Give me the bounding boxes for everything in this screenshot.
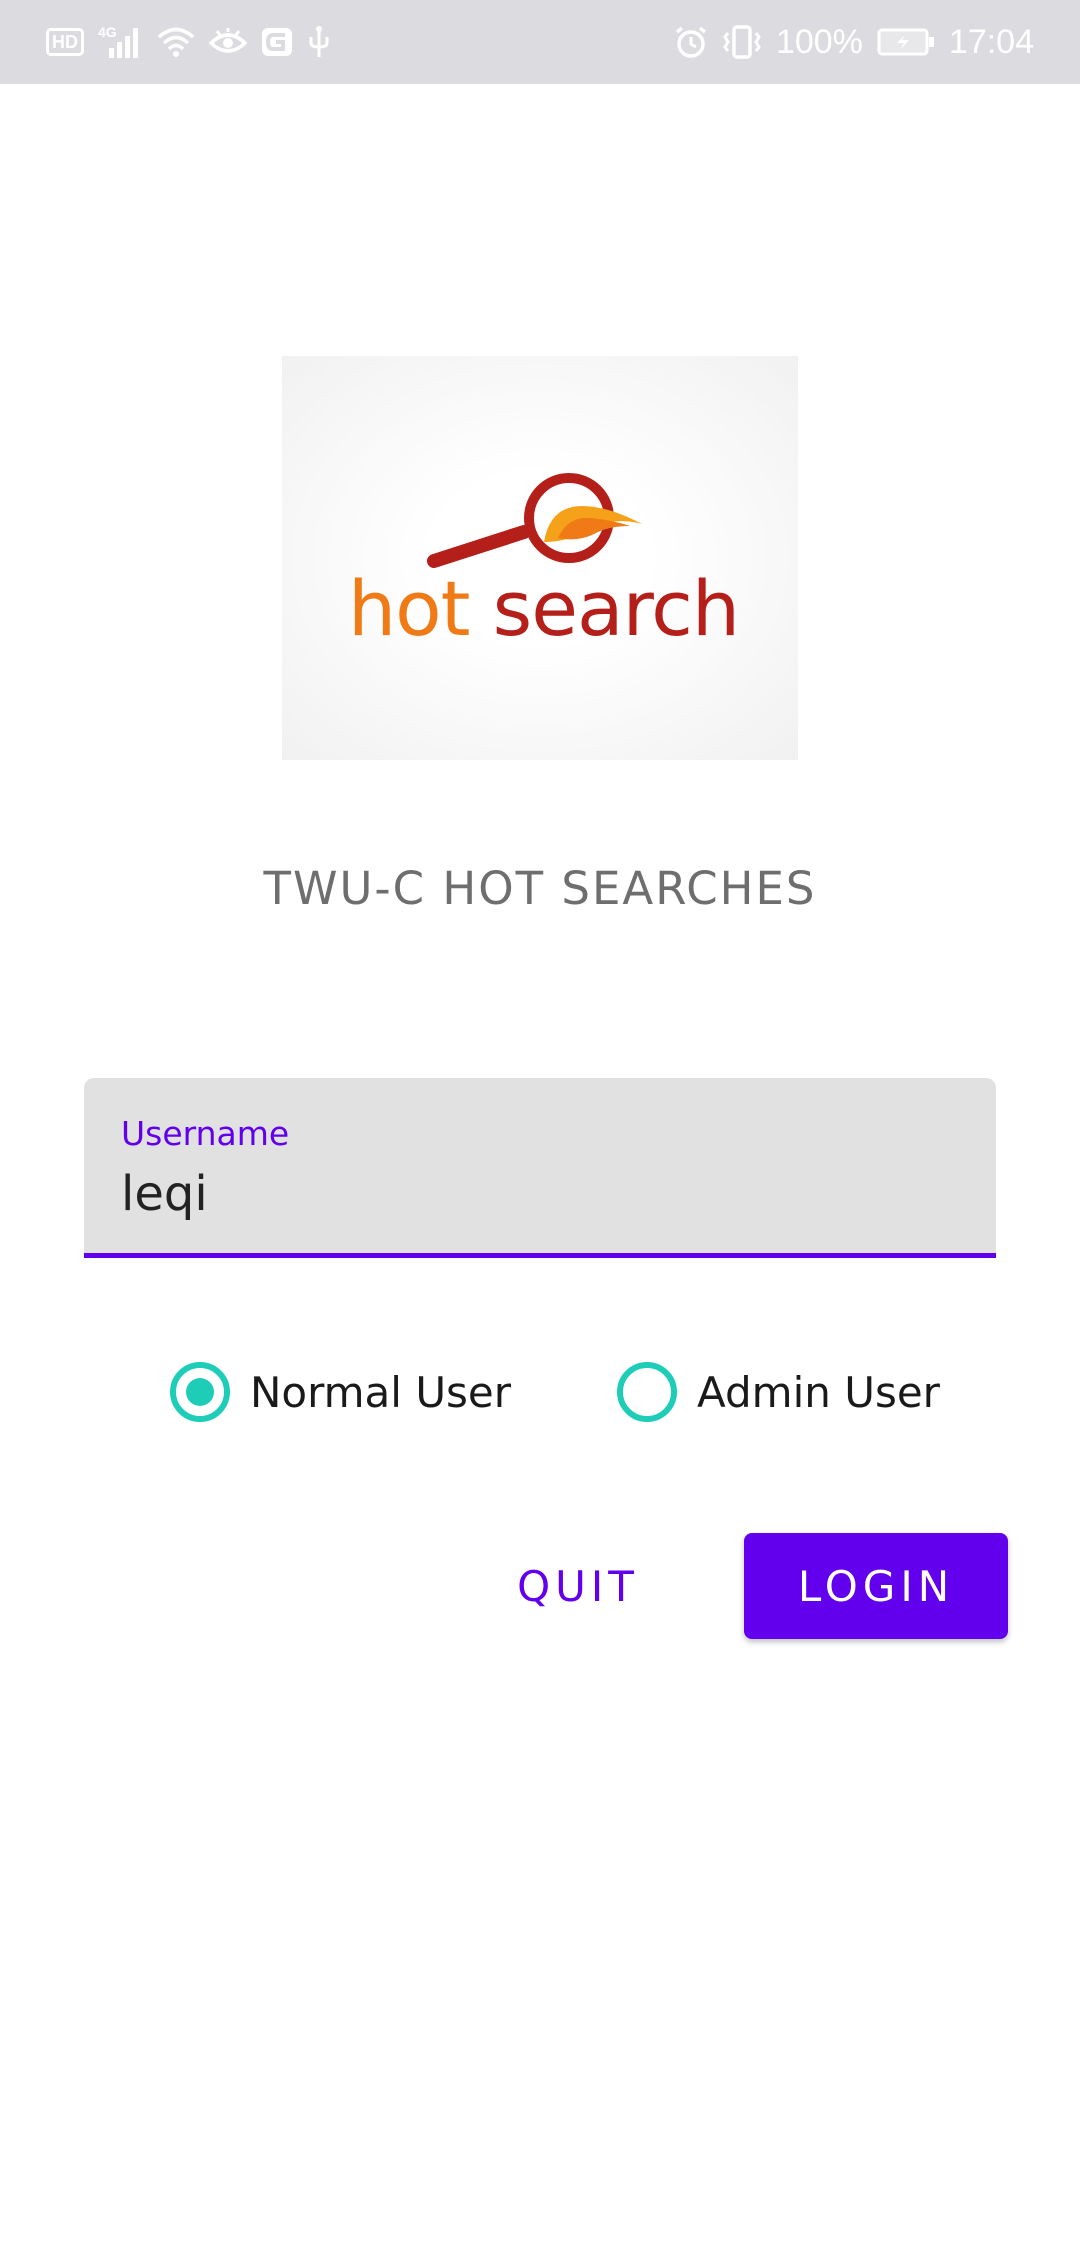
quit-button[interactable]: QUIT — [478, 1533, 678, 1639]
logo-word-search: search — [492, 564, 740, 653]
network-label: 4G — [98, 24, 117, 40]
radio-normal-user[interactable]: Normal User — [170, 1362, 511, 1422]
usb-icon — [307, 25, 331, 59]
radio-unselected-icon[interactable] — [617, 1362, 677, 1422]
eye-icon — [208, 27, 247, 57]
username-input[interactable] — [121, 1166, 961, 1222]
login-button[interactable]: LOGIN — [744, 1533, 1008, 1639]
g-app-icon — [261, 27, 293, 57]
alarm-icon — [674, 25, 708, 59]
vibrate-icon — [722, 25, 762, 59]
radio-admin-user-label: Admin User — [697, 1367, 940, 1417]
page-title: TWU-C HOT SEARCHES — [263, 862, 817, 915]
radio-dot — [186, 1378, 214, 1406]
magnifier-flame-icon — [427, 473, 642, 568]
radio-selected-icon[interactable] — [170, 1362, 230, 1422]
wifi-icon — [157, 26, 195, 58]
logo-wordmark: hot search — [348, 564, 740, 653]
status-bar-right: 100% 17:04 — [674, 23, 1034, 62]
status-bar: HD 4G 100% 17:04 — [0, 0, 1080, 84]
username-label: Username — [121, 1114, 290, 1153]
clock: 17:04 — [948, 22, 1034, 61]
status-bar-left: HD 4G — [46, 24, 331, 59]
logo-word-hot: hot — [348, 564, 470, 653]
app-logo: hot search — [282, 356, 798, 760]
hd-icon: HD — [46, 28, 84, 56]
username-field[interactable]: Username — [84, 1078, 996, 1258]
radio-admin-user[interactable]: Admin User — [617, 1362, 940, 1422]
radio-normal-user-label: Normal User — [250, 1367, 512, 1417]
battery-icon — [877, 27, 935, 57]
battery-percent: 100% — [775, 22, 863, 61]
user-type-radio-group: Normal User Admin User — [0, 1362, 1080, 1432]
signal-icon: 4G — [98, 24, 143, 58]
